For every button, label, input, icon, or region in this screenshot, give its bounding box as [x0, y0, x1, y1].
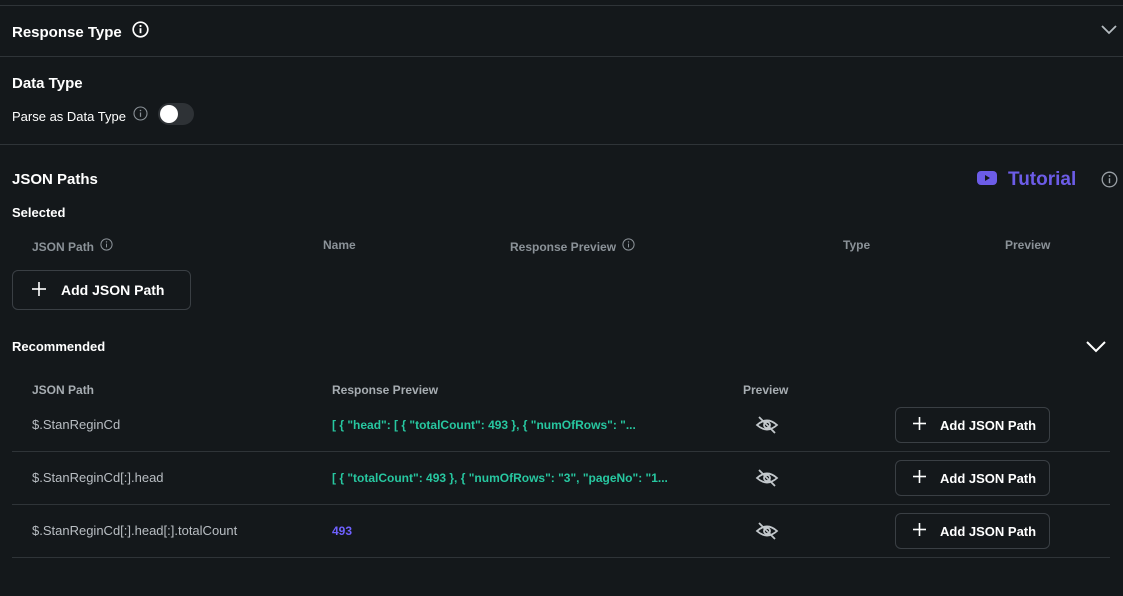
- info-icon: [1101, 171, 1118, 193]
- top-divider: [0, 5, 1123, 6]
- response-type-header[interactable]: Response Type: [12, 21, 149, 43]
- add-json-path-button[interactable]: Add JSON Path: [895, 407, 1050, 443]
- selected-col-json-path: JSON Path: [32, 238, 113, 256]
- section-divider: [0, 56, 1123, 57]
- add-json-path-label: Add JSON Path: [940, 417, 1037, 433]
- recommended-col-response-preview: Response Preview: [332, 383, 439, 397]
- youtube-icon: [977, 170, 997, 191]
- tutorial-link[interactable]: Tutorial: [977, 169, 1076, 191]
- response-type-title: Response Type: [12, 23, 122, 41]
- info-icon: [100, 238, 113, 256]
- info-icon: [622, 238, 635, 256]
- chevron-down-icon[interactable]: [1100, 22, 1118, 41]
- chevron-down-icon[interactable]: [1085, 338, 1107, 359]
- row-divider: [12, 504, 1110, 505]
- table-row-json-path: $.StanReginCd[:].head: [32, 470, 164, 485]
- recommended-col-json-path: JSON Path: [32, 383, 95, 397]
- add-json-path-label: Add JSON Path: [61, 282, 165, 298]
- parse-data-type-toggle[interactable]: [158, 103, 194, 125]
- recommended-col-preview: Preview: [743, 383, 789, 397]
- selected-col-preview: Preview: [1005, 238, 1051, 252]
- info-icon: [132, 21, 149, 43]
- parse-data-type-row: Parse as Data Type: [12, 106, 148, 126]
- section-divider: [0, 144, 1123, 145]
- table-row-response-preview: [ { "head": [ { "totalCount": 493 }, { "…: [332, 418, 636, 432]
- plus-icon: [912, 522, 927, 540]
- data-type-title: Data Type: [12, 75, 83, 92]
- add-json-path-label: Add JSON Path: [940, 470, 1037, 486]
- info-icon: [133, 106, 148, 126]
- plus-icon: [912, 416, 927, 434]
- selected-title: Selected: [12, 205, 66, 220]
- toggle-knob: [160, 105, 178, 123]
- parse-data-type-label: Parse as Data Type: [12, 108, 126, 124]
- add-json-path-button[interactable]: Add JSON Path: [895, 513, 1050, 549]
- eye-off-icon[interactable]: [755, 415, 779, 440]
- plus-icon: [912, 469, 927, 487]
- table-row-json-path: $.StanReginCd[:].head[:].totalCount: [32, 523, 238, 538]
- selected-col-response-preview: Response Preview: [510, 238, 635, 256]
- table-row-response-preview: [ { "totalCount": 493 }, { "numOfRows": …: [332, 471, 668, 485]
- table-row-json-path: $.StanReginCd: [32, 417, 121, 432]
- json-paths-title: JSON Paths: [12, 171, 98, 188]
- add-json-path-button[interactable]: Add JSON Path: [12, 270, 191, 310]
- add-json-path-button[interactable]: Add JSON Path: [895, 460, 1050, 496]
- plus-icon: [31, 281, 47, 300]
- table-row-response-preview: 493: [332, 524, 353, 538]
- recommended-title: Recommended: [12, 339, 106, 354]
- add-json-path-label: Add JSON Path: [940, 523, 1037, 539]
- eye-off-icon[interactable]: [755, 468, 779, 493]
- tutorial-label: Tutorial: [1008, 169, 1077, 190]
- selected-col-name: Name: [323, 238, 356, 252]
- eye-off-icon[interactable]: [755, 521, 779, 546]
- row-divider: [12, 451, 1110, 452]
- selected-col-type: Type: [843, 238, 871, 252]
- row-divider: [12, 557, 1110, 558]
